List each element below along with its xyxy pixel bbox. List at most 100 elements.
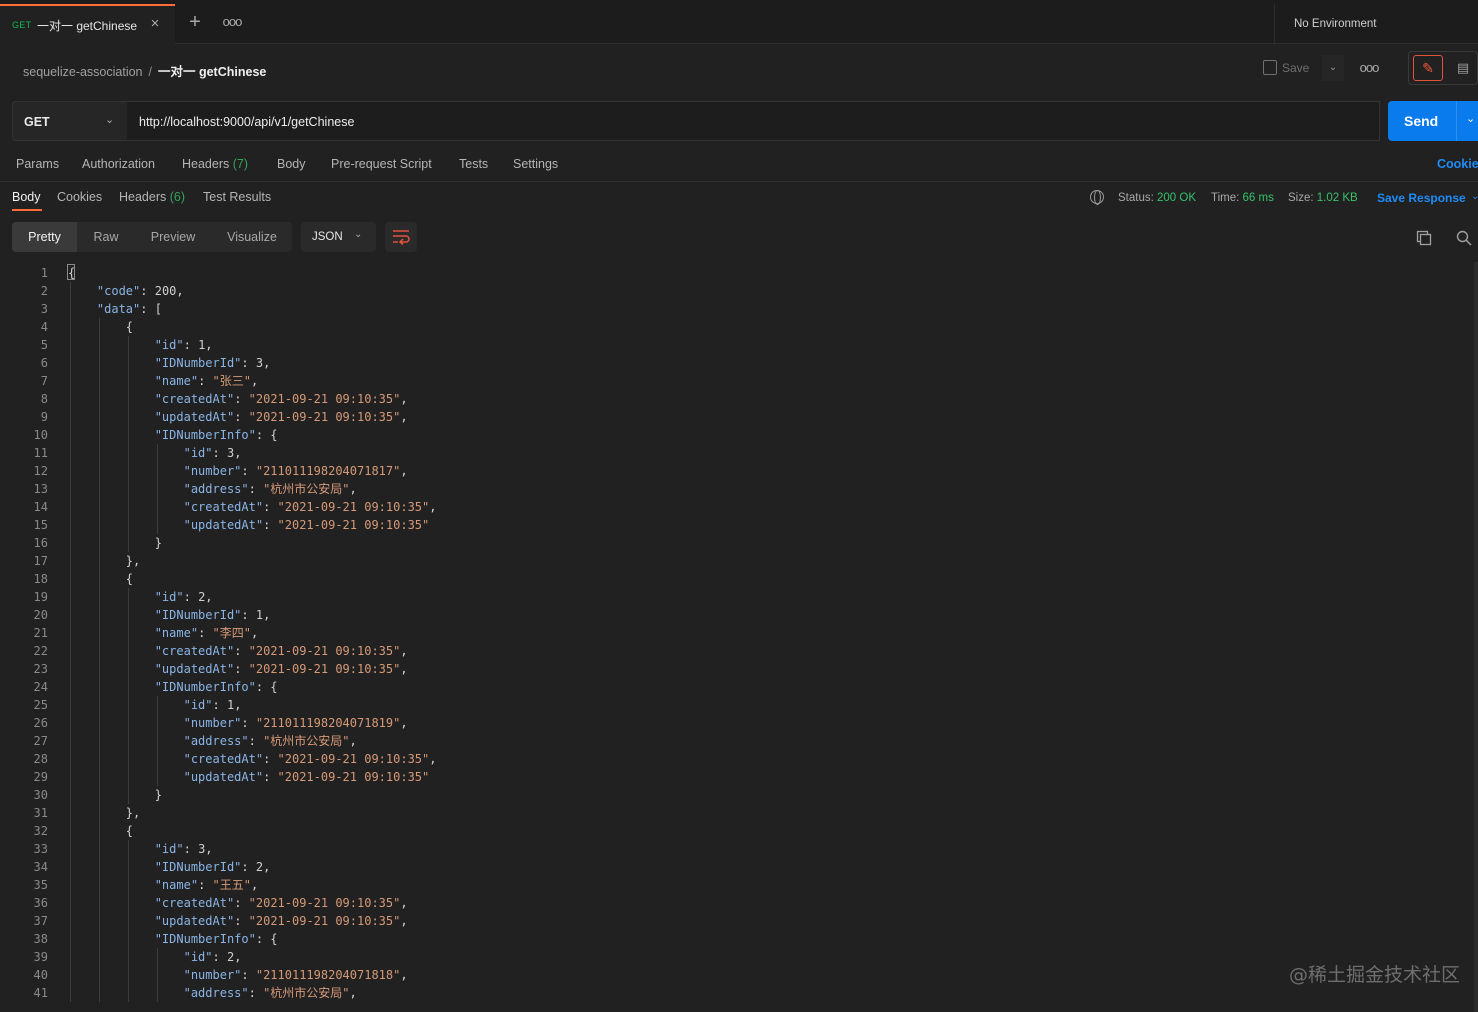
code-text: }, bbox=[68, 806, 141, 820]
tab-headers[interactable]: Headers (7) bbox=[182, 157, 248, 171]
size-value: 1.02 KB bbox=[1316, 192, 1358, 204]
code-text: "createdAt": "2021-09-21 09:10:35", bbox=[154, 896, 408, 910]
comment-icon[interactable]: ▤ bbox=[1448, 55, 1478, 81]
time-label: Time: bbox=[1211, 192, 1240, 204]
line-number: 26 bbox=[33, 716, 48, 730]
url-input[interactable]: http://localhost:9000/api/v1/getChinese bbox=[127, 101, 1380, 141]
tab-tests[interactable]: Tests bbox=[459, 157, 488, 171]
new-tab-button[interactable]: + bbox=[184, 12, 206, 34]
line-number: 14 bbox=[33, 500, 48, 514]
view-raw-button[interactable]: Raw bbox=[82, 222, 130, 252]
edit-pencil-icon[interactable]: ✎ bbox=[1413, 55, 1443, 81]
code-text: } bbox=[68, 788, 162, 802]
code-text: "updatedAt": "2021-09-21 09:10:35", bbox=[154, 914, 408, 928]
line-number: 30 bbox=[33, 788, 48, 802]
line-number: 25 bbox=[33, 698, 48, 712]
chevron-down-icon[interactable]: ⌄ bbox=[1471, 191, 1478, 202]
line-number: 32 bbox=[33, 824, 48, 838]
save-options-chevron-down-icon[interactable]: ⌄ bbox=[1322, 55, 1344, 81]
tab-label: Cookies bbox=[57, 190, 103, 204]
tab-params[interactable]: Params bbox=[16, 157, 59, 171]
method-select[interactable]: GET ⌄ bbox=[12, 101, 128, 141]
copy-icon[interactable] bbox=[1416, 230, 1432, 246]
breadcrumb-request[interactable]: 一对一 getChinese bbox=[158, 65, 266, 79]
code-line: 38 "IDNumberInfo": { bbox=[0, 930, 1474, 948]
tab-label: Headers bbox=[119, 190, 167, 204]
code-line: 16 } bbox=[0, 534, 1474, 552]
code-text: "number": "211011198204071819", bbox=[183, 716, 408, 730]
code-line: 5 "id": 1, bbox=[0, 336, 1474, 354]
close-icon[interactable]: × bbox=[145, 14, 165, 34]
scrollbar[interactable] bbox=[1474, 262, 1478, 1012]
indent-guide bbox=[128, 336, 129, 552]
indent-guide bbox=[128, 840, 129, 1002]
active-tab-indicator bbox=[12, 209, 42, 211]
status-readout[interactable]: Status: 200 OK bbox=[1118, 192, 1196, 204]
code-line: 37 "updatedAt": "2021-09-21 09:10:35", bbox=[0, 912, 1474, 930]
code-line: 22 "createdAt": "2021-09-21 09:10:35", bbox=[0, 642, 1474, 660]
code-text: "createdAt": "2021-09-21 09:10:35", bbox=[183, 752, 437, 766]
size-readout[interactable]: Size: 1.02 KB bbox=[1288, 192, 1358, 204]
bracket-match-highlight bbox=[67, 264, 75, 280]
format-value: JSON bbox=[312, 231, 343, 243]
code-line: 27 "address": "杭州市公安局", bbox=[0, 732, 1474, 750]
response-tab-test-results[interactable]: Test Results bbox=[203, 190, 271, 204]
code-line: 15 "updatedAt": "2021-09-21 09:10:35" bbox=[0, 516, 1474, 534]
line-number: 36 bbox=[33, 896, 48, 910]
line-number: 17 bbox=[33, 554, 48, 568]
cookies-link[interactable]: Cookie bbox=[1437, 157, 1478, 171]
code-text: "id": 2, bbox=[183, 950, 242, 964]
code-line: 2 "code": 200, bbox=[0, 282, 1474, 300]
send-button[interactable]: Send ⌄ bbox=[1388, 101, 1478, 141]
line-number: 35 bbox=[33, 878, 48, 892]
response-tab-body[interactable]: Body bbox=[12, 190, 41, 204]
code-text: { bbox=[68, 572, 134, 586]
save-button[interactable]: Save bbox=[1255, 55, 1318, 81]
tab-body[interactable]: Body bbox=[277, 157, 306, 171]
format-select[interactable]: JSON ⌄ bbox=[301, 222, 376, 252]
line-number: 11 bbox=[33, 446, 48, 460]
chevron-down-icon: ⌄ bbox=[354, 229, 363, 240]
line-number: 13 bbox=[33, 482, 48, 496]
code-text: "name": "李四", bbox=[154, 626, 259, 640]
response-body-editor[interactable]: 1{2 "code": 200, 3 "data": [4 {5 "id": 1,… bbox=[0, 262, 1474, 1012]
code-text: "number": "211011198204071818", bbox=[183, 968, 408, 982]
send-options-chevron-down-icon[interactable]: ⌄ bbox=[1466, 112, 1475, 125]
request-tab[interactable]: GET 一对一 getChinese × bbox=[0, 4, 175, 44]
view-preview-button[interactable]: Preview bbox=[140, 222, 206, 252]
view-pretty-button[interactable]: Pretty bbox=[12, 222, 77, 252]
line-number: 3 bbox=[40, 302, 48, 316]
line-number: 18 bbox=[33, 572, 48, 586]
code-line: 12 "number": "211011198204071817", bbox=[0, 462, 1474, 480]
more-actions-icon[interactable]: ooo bbox=[1358, 60, 1380, 76]
environment-selector[interactable]: No Environment bbox=[1274, 4, 1478, 44]
code-line: 21 "name": "李四", bbox=[0, 624, 1474, 642]
search-icon[interactable] bbox=[1456, 230, 1472, 246]
tab-label: Authorization bbox=[82, 157, 155, 171]
code-line: 35 "name": "王五", bbox=[0, 876, 1474, 894]
response-tab-cookies[interactable]: Cookies bbox=[57, 190, 102, 204]
code-line: 6 "IDNumberId": 3, bbox=[0, 354, 1474, 372]
code-text: "code": 200, bbox=[96, 284, 184, 298]
tab-pre-request-script[interactable]: Pre-request Script bbox=[331, 157, 432, 171]
tab-authorization[interactable]: Authorization bbox=[82, 157, 155, 171]
line-number: 28 bbox=[33, 752, 48, 766]
response-tab-headers[interactable]: Headers (6) bbox=[119, 190, 185, 204]
globe-icon[interactable] bbox=[1090, 190, 1104, 205]
breadcrumb-separator: / bbox=[148, 65, 152, 79]
tab-count: (7) bbox=[232, 157, 249, 171]
line-number: 29 bbox=[33, 770, 48, 784]
view-visualize-button[interactable]: Visualize bbox=[216, 222, 288, 252]
wrap-lines-button[interactable] bbox=[385, 222, 417, 252]
time-readout[interactable]: Time: 66 ms bbox=[1211, 192, 1274, 204]
save-response-button[interactable]: Save Response bbox=[1377, 191, 1466, 205]
tab-label: Body bbox=[277, 157, 306, 171]
code-line: 9 "updatedAt": "2021-09-21 09:10:35", bbox=[0, 408, 1474, 426]
line-number: 1 bbox=[40, 266, 48, 280]
code-line: 25 "id": 1, bbox=[0, 696, 1474, 714]
code-line: 8 "createdAt": "2021-09-21 09:10:35", bbox=[0, 390, 1474, 408]
code-line: 11 "id": 3, bbox=[0, 444, 1474, 462]
tab-settings[interactable]: Settings bbox=[513, 157, 558, 171]
breadcrumb-collection[interactable]: sequelize-association bbox=[23, 65, 143, 79]
tab-more-icon[interactable]: ooo bbox=[222, 14, 243, 30]
